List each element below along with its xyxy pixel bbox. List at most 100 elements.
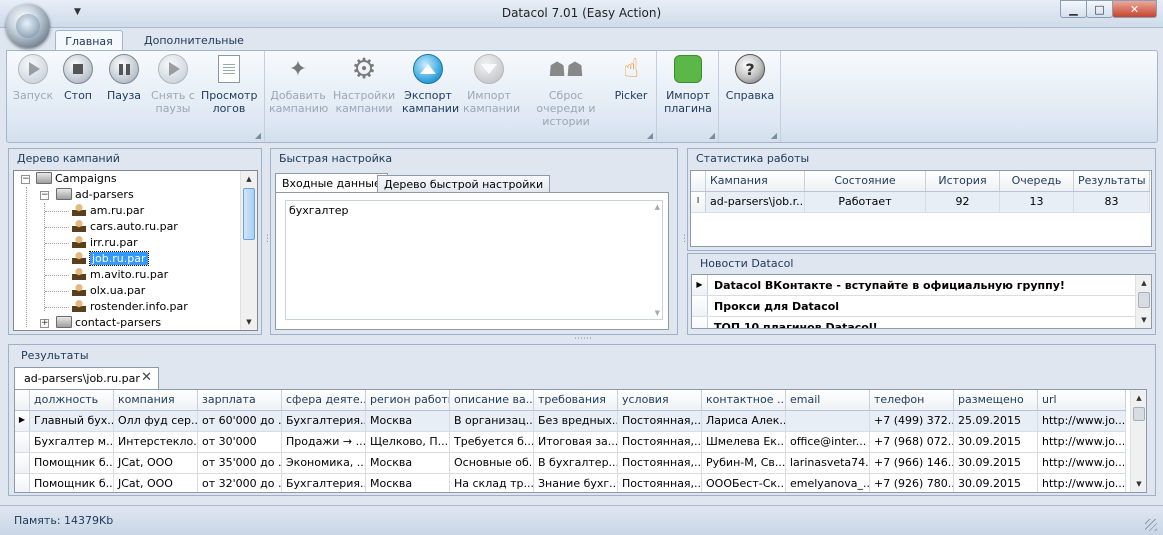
tree-scrollbar[interactable]: ▲ ▼ <box>240 171 257 330</box>
column-header[interactable]: email <box>786 390 870 410</box>
tab-main[interactable]: Главная <box>55 30 123 51</box>
scroll-down-icon[interactable]: ▼ <box>241 314 257 330</box>
group-launcher-icon[interactable]: ◢ <box>647 131 653 140</box>
row-cursor-icon: I <box>691 192 706 212</box>
column-header[interactable]: телефон <box>870 390 954 410</box>
results-grid[interactable]: должность компания зарплата сфера деяте.… <box>14 389 1147 493</box>
window-title: Datacol 7.01 (Easy Action) <box>501 6 662 20</box>
horizontal-splitter[interactable]: ⋯⋯ <box>574 334 592 344</box>
quick-setup-title: Быстрая настройка <box>279 152 393 165</box>
table-row[interactable]: I ad-parsers\job.r... Работает 92 13 83 <box>691 192 1150 213</box>
column-header[interactable]: Очередь <box>1000 171 1074 191</box>
results-scrollbar[interactable]: ▲ ▼ <box>1130 390 1146 492</box>
column-header[interactable]: сфера деяте... <box>282 390 366 410</box>
group-launcher-icon[interactable]: ◢ <box>709 131 715 140</box>
column-header[interactable]: компания <box>114 390 198 410</box>
tree-item[interactable]: rostender.info.par <box>72 299 188 315</box>
collapse-toggle[interactable]: − <box>40 191 49 200</box>
tree-item[interactable]: olx.ua.par <box>72 283 145 299</box>
pause-icon <box>109 54 139 84</box>
ribbon-group-campaigns: ◢ ✦ Добавить кампанию ⚙ Настройки кампан… <box>265 51 657 142</box>
expand-toggle[interactable]: + <box>40 319 49 328</box>
gear-icon: ⚙ <box>351 52 377 85</box>
scroll-up-icon[interactable]: ▲ <box>1131 390 1146 406</box>
table-row[interactable]: Бухгалтер м... Интерстекло... от 30'000 … <box>15 432 1126 453</box>
column-header[interactable]: размещено <box>954 390 1038 410</box>
tree-group-contact-parsers[interactable]: contact-parsers <box>56 315 161 330</box>
column-header[interactable]: Кампания <box>706 171 805 191</box>
news-grid[interactable]: ▶ Datacol ВКонтакте - вступайте в официал… <box>691 274 1152 329</box>
close-tab-icon[interactable]: ✕ <box>141 370 152 385</box>
scroll-down-icon[interactable]: ▼ <box>1131 476 1146 492</box>
import-campaign-button[interactable]: Импорт кампании <box>463 53 520 115</box>
resume-icon <box>158 54 188 84</box>
maximize-button[interactable]: □ <box>1086 0 1113 18</box>
import-plugin-button[interactable]: Импорт плагина <box>663 53 713 115</box>
table-row[interactable]: Помощник б... JCat, ООО от 32'000 до ...… <box>15 474 1126 492</box>
scroll-thumb[interactable] <box>1133 407 1145 421</box>
add-campaign-button[interactable]: ✦ Добавить кампанию <box>269 53 328 115</box>
scroll-up-icon[interactable]: ▲ <box>241 171 257 187</box>
app-menu-orb-button[interactable] <box>6 4 50 48</box>
column-header[interactable]: История <box>926 171 1000 191</box>
scroll-thumb[interactable] <box>243 188 255 240</box>
results-tab[interactable]: ad-parsers\job.ru.par ✕ <box>14 367 159 389</box>
group-launcher-icon[interactable]: ◢ <box>771 131 777 140</box>
pause-button[interactable]: Пауза <box>102 53 146 102</box>
picker-button[interactable]: ☝ Picker <box>611 53 651 102</box>
folder-icon <box>36 172 52 184</box>
column-header[interactable]: описание ва... <box>450 390 534 410</box>
table-row[interactable]: ▶ Главный бух... Олл фуд сер... от 60'00… <box>15 411 1126 432</box>
scroll-down-icon[interactable]: ▼ <box>655 309 660 317</box>
news-scrollbar[interactable]: ▲ ▼ <box>1135 275 1151 328</box>
close-button[interactable]: ✕ <box>1112 0 1157 18</box>
stats-grid[interactable]: Кампания Состояние История Очередь Резул… <box>690 170 1152 247</box>
arrow-up-icon <box>413 54 443 84</box>
stop-button[interactable]: Стоп <box>57 53 99 102</box>
tab-input-data[interactable]: Входные данные <box>275 173 388 194</box>
scroll-thumb[interactable] <box>1138 292 1150 308</box>
scroll-up-icon[interactable]: ▲ <box>655 203 660 211</box>
tree-group-ad-parsers[interactable]: ad-parsers <box>56 187 134 203</box>
column-header[interactable]: Состояние <box>805 171 926 191</box>
column-header[interactable]: url <box>1038 390 1126 410</box>
column-header[interactable]: должность <box>30 390 114 410</box>
tree-item[interactable]: m.avito.ru.par <box>72 267 168 283</box>
export-campaign-button[interactable]: Экспорт кампании <box>402 53 459 115</box>
results-header-row: должность компания зарплата сфера деяте.… <box>15 390 1126 411</box>
group-launcher-icon[interactable]: ◢ <box>255 131 261 140</box>
tree-item[interactable]: cars.auto.ru.par <box>72 219 178 235</box>
column-header[interactable]: требования <box>534 390 618 410</box>
tree-item[interactable]: am.ru.par <box>72 203 144 219</box>
column-header[interactable]: зарплата <box>198 390 282 410</box>
campaign-tree[interactable]: − Campaigns − ad-parsers am.ru.par cars.… <box>13 170 258 331</box>
news-item[interactable]: ТОП 10 плагинов Datacol! <box>692 317 1135 328</box>
help-button[interactable]: ? Справка <box>725 53 775 102</box>
tree-root[interactable]: Campaigns <box>36 171 117 187</box>
globe-icon <box>16 14 40 38</box>
news-item[interactable]: Прокси для Datacol <box>692 296 1135 317</box>
resize-grip-icon[interactable] <box>1145 519 1157 531</box>
campaign-tree-title: Дерево кампаний <box>17 152 120 165</box>
tree-item[interactable]: irr.ru.par <box>72 235 138 251</box>
campaign-settings-button[interactable]: ⚙ Настройки кампании <box>333 52 395 116</box>
scroll-up-icon[interactable]: ▲ <box>1136 275 1151 291</box>
reset-queue-button[interactable]: ☗☗ Сброс очереди и истории <box>525 53 607 129</box>
column-header[interactable]: контактное ... <box>702 390 786 410</box>
input-data-textarea[interactable]: бухгалтер ▲ ▼ <box>285 200 663 320</box>
table-row[interactable]: Помощник б... JCat, ООО от 35'000 до ...… <box>15 453 1126 474</box>
collapse-toggle[interactable]: − <box>21 175 30 184</box>
column-header[interactable]: регион работы <box>366 390 450 410</box>
tab-quick-tree[interactable]: Дерево быстрой настройки <box>377 175 551 193</box>
scroll-down-icon[interactable]: ▼ <box>1136 312 1151 328</box>
minimize-button[interactable]: ▁ <box>1060 0 1087 18</box>
column-header[interactable]: Результаты <box>1074 171 1150 191</box>
tab-additional[interactable]: Дополнительные <box>132 30 256 51</box>
news-item[interactable]: ▶ Datacol ВКонтакте - вступайте в официал… <box>692 275 1135 296</box>
column-header[interactable]: условия <box>618 390 702 410</box>
quick-setup-body: бухгалтер ▲ ▼ <box>275 192 669 330</box>
tree-item-selected[interactable]: job.ru.par <box>72 251 149 267</box>
view-logs-button[interactable]: Просмотр логов <box>201 53 257 115</box>
start-button[interactable]: Запуск <box>11 53 55 102</box>
unpause-button[interactable]: Снять с паузы <box>148 53 198 115</box>
